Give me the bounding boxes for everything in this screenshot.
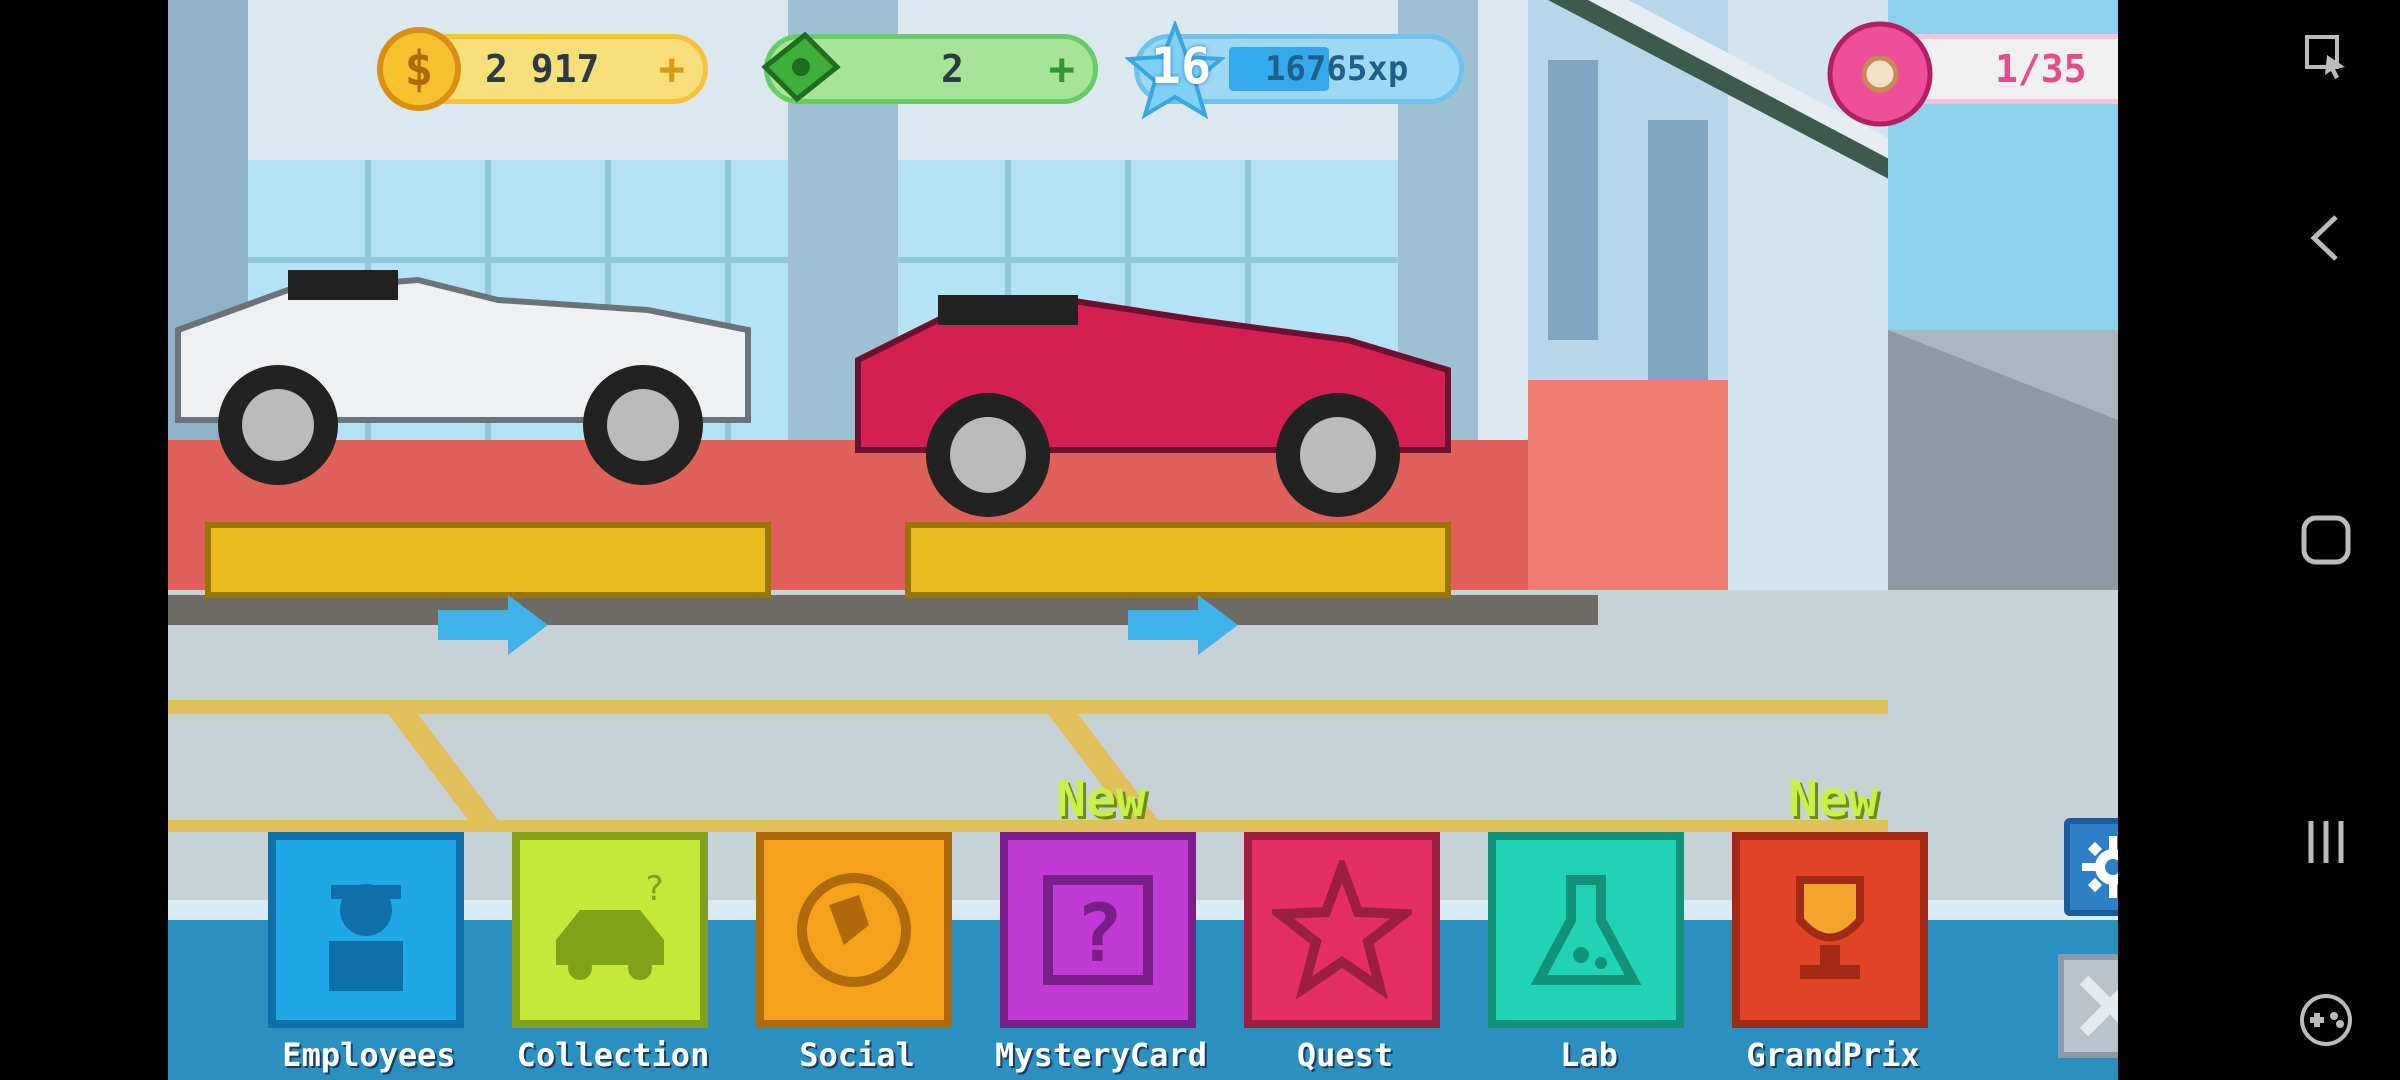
- mysterycard-button[interactable]: New ? MysteryCard: [995, 770, 1207, 1074]
- cash-icon: [761, 31, 841, 103]
- close-icon: [2079, 975, 2118, 1037]
- worker-icon: [329, 884, 403, 991]
- cash-counter[interactable]: 2 +: [761, 31, 1098, 104]
- cash-value: 2: [941, 47, 964, 91]
- globe-icon: [797, 873, 911, 987]
- gamepad-icon[interactable]: [2296, 990, 2356, 1050]
- grandprix-button[interactable]: New GrandPrix: [1732, 770, 1934, 1074]
- level-number: 16: [1150, 37, 1212, 95]
- new-badge: New: [1055, 770, 1147, 828]
- grandprix-tile[interactable]: [1732, 832, 1928, 1028]
- home-icon[interactable]: [2296, 510, 2356, 570]
- social-tile[interactable]: [756, 832, 952, 1028]
- donut-counter[interactable]: 1/35: [1827, 21, 2118, 127]
- quest-tile[interactable]: [1244, 832, 1440, 1028]
- mysterycard-label: MysteryCard: [995, 1036, 1207, 1074]
- grandprix-label: GrandPrix: [1746, 1036, 1920, 1074]
- collection-tile[interactable]: ?: [512, 832, 708, 1028]
- trophy-icon: [1796, 876, 1864, 979]
- social-label: Social: [799, 1036, 915, 1074]
- recents-icon[interactable]: [2296, 812, 2356, 872]
- lab-label: Lab: [1560, 1036, 1618, 1074]
- coins-counter[interactable]: $ 2 917 +: [377, 27, 708, 111]
- gear-icon: [2082, 836, 2118, 898]
- star-quest-icon: [1272, 860, 1412, 1000]
- collection-label: Collection: [516, 1036, 710, 1074]
- lab-button[interactable]: Lab: [1488, 832, 1690, 1074]
- employees-label: Employees: [282, 1036, 456, 1074]
- add-coins-button[interactable]: +: [659, 44, 686, 95]
- svg-text:?: ?: [1075, 887, 1123, 980]
- collection-button[interactable]: ? Collection: [512, 832, 714, 1074]
- settings-button[interactable]: [2064, 818, 2118, 916]
- level-xp-bar: 16 16765xp: [1125, 21, 1464, 120]
- new-badge: New: [1787, 770, 1879, 828]
- employees-tile[interactable]: [268, 832, 464, 1028]
- back-icon[interactable]: [2296, 208, 2356, 268]
- employees-button[interactable]: Employees: [268, 832, 470, 1074]
- lab-tile[interactable]: [1488, 832, 1684, 1028]
- question-card-icon: ?: [1043, 875, 1153, 985]
- coin-icon: $: [377, 27, 461, 111]
- close-button[interactable]: [2058, 954, 2118, 1058]
- social-button[interactable]: Social: [756, 832, 958, 1074]
- pointer-icon[interactable]: [2296, 26, 2356, 86]
- xp-value: 16765xp: [1265, 49, 1409, 89]
- flask-icon: [1530, 875, 1642, 985]
- donut-icon: [1827, 21, 1933, 127]
- game-viewport[interactable]: $ 2 917 + 2 + 16 16765xp 1/35 Employees …: [168, 0, 2118, 1080]
- svg-text:?: ?: [644, 870, 664, 909]
- mysterycard-tile[interactable]: ?: [1000, 832, 1196, 1028]
- coins-value: 2 917: [485, 47, 600, 91]
- quest-button[interactable]: Quest: [1244, 832, 1446, 1074]
- donut-value: 1/35: [1995, 47, 2087, 91]
- car-icon: ?: [556, 870, 664, 980]
- quest-label: Quest: [1296, 1036, 1394, 1074]
- add-cash-button[interactable]: +: [1049, 44, 1076, 95]
- android-nav-bar: [2118, 0, 2400, 1080]
